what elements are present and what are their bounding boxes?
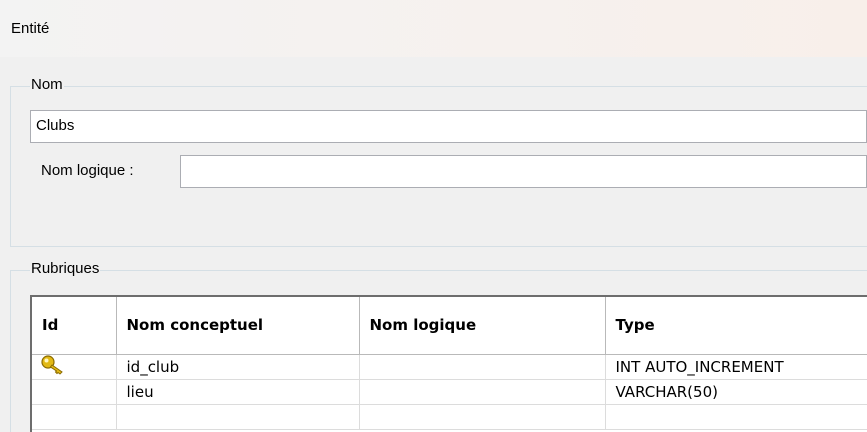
logical-name-cell[interactable] xyxy=(359,354,606,380)
logical-name-cell[interactable] xyxy=(359,404,606,430)
nom-group-bottom-border xyxy=(10,246,867,247)
conceptual-name-cell[interactable]: lieu xyxy=(116,379,360,405)
header-bar: Entité xyxy=(0,0,867,57)
column-header-conceptual-name[interactable]: Nom conceptuel xyxy=(116,297,360,355)
entity-name-input[interactable]: Clubs xyxy=(30,110,867,143)
type-cell[interactable]: VARCHAR(50) xyxy=(605,379,867,405)
id-cell[interactable] xyxy=(32,354,117,380)
conceptual-name-cell[interactable] xyxy=(116,404,360,430)
nom-group-left-border xyxy=(10,86,11,247)
rubriques-group-left-border xyxy=(10,270,11,432)
logical-name-label: Nom logique : xyxy=(41,162,134,179)
logical-name-input[interactable] xyxy=(180,155,867,188)
id-cell[interactable] xyxy=(32,404,117,430)
nom-group-top-border xyxy=(10,86,867,87)
column-header-id[interactable]: Id xyxy=(32,297,117,355)
rubriques-table: Id Nom conceptuel Nom logique Type id_cl… xyxy=(32,297,867,430)
conceptual-name-cell[interactable]: id_club xyxy=(116,354,360,380)
type-cell[interactable] xyxy=(605,404,867,430)
column-header-logical-name[interactable]: Nom logique xyxy=(359,297,606,355)
nom-group-legend: Nom xyxy=(30,76,64,94)
logical-name-cell[interactable] xyxy=(359,379,606,405)
table-row[interactable] xyxy=(32,404,867,430)
table-row[interactable]: lieu VARCHAR(50) xyxy=(32,379,867,405)
column-header-type[interactable]: Type xyxy=(605,297,867,355)
rubriques-group-top-border xyxy=(10,270,867,271)
rubriques-grid[interactable]: Id Nom conceptuel Nom logique Type id_cl… xyxy=(30,295,867,432)
table-row[interactable]: id_club INT AUTO_INCREMENT xyxy=(32,354,867,380)
id-cell[interactable] xyxy=(32,379,117,405)
header-title: Entité xyxy=(11,20,50,37)
key-icon xyxy=(41,354,63,375)
type-cell[interactable]: INT AUTO_INCREMENT xyxy=(605,354,867,380)
rubriques-group-legend: Rubriques xyxy=(30,260,101,278)
table-header-row: Id Nom conceptuel Nom logique Type xyxy=(32,297,867,355)
